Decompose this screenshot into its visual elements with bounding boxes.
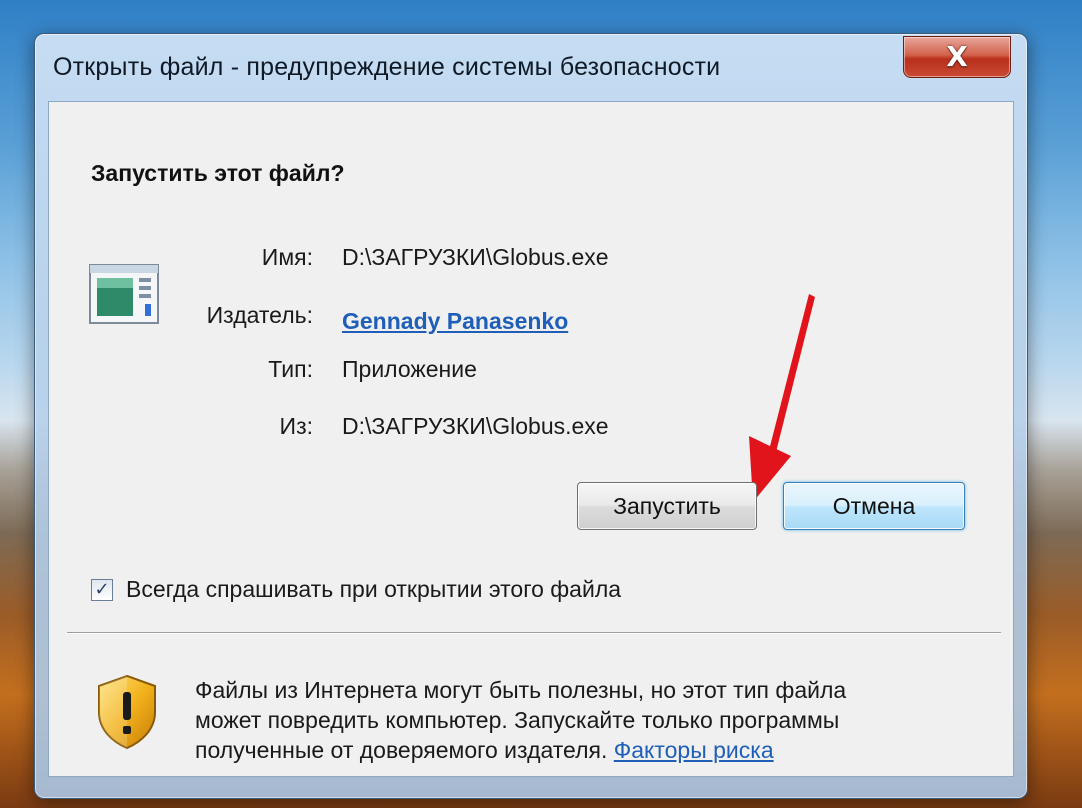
from-value: D:\ЗАГРУЗКИ\Globus.exe [342,413,609,439]
risk-factors-link[interactable]: Факторы риска [614,737,774,763]
publisher-label: Издатель: [206,302,313,328]
name-value: D:\ЗАГРУЗКИ\Globus.exe [342,244,609,270]
cancel-button[interactable]: Отмена [783,482,965,530]
publisher-link[interactable]: Gennady Panasenko [342,308,568,335]
window-title: Открыть файл - предупреждение системы бе… [53,53,721,81]
dialog-heading: Запустить этот файл? [91,160,345,186]
close-icon: X [946,40,968,73]
type-label: Тип: [268,356,313,382]
warning-line-2: может повредить компьютер. Запускайте то… [195,707,840,733]
security-warning-dialog: Открыть файл - предупреждение системы бе… [34,33,1028,799]
warning-text: Файлы из Интернета могут быть полезны, н… [195,675,975,765]
security-shield-warning-icon [98,674,156,750]
run-button[interactable]: Запустить [577,482,757,530]
always-ask-label[interactable]: Всегда спрашивать при открытии этого фай… [126,576,621,603]
warning-line-3: полученные от доверяемого издателя. [195,737,608,763]
application-window-icon [89,264,159,324]
title-bar[interactable]: Открыть файл - предупреждение системы бе… [35,34,1027,102]
warning-line-3-wrap: полученные от доверяемого издателя. Факт… [195,735,975,765]
always-ask-checkbox[interactable]: ✓ [91,579,113,601]
from-label: Из: [279,413,313,439]
type-value: Приложение [342,356,477,382]
dialog-content: Запустить этот файл? Имя: D:\ЗАГРУЗКИ\Gl… [48,101,1014,777]
warning-line-1: Файлы из Интернета могут быть полезны, н… [195,677,847,703]
name-label: Имя: [261,244,313,270]
close-button[interactable]: X [903,36,1011,78]
checkmark-icon: ✓ [94,579,110,600]
desktop-background-right [1022,0,1082,808]
red-annotation-arrow [749,294,815,502]
divider [67,632,1001,634]
